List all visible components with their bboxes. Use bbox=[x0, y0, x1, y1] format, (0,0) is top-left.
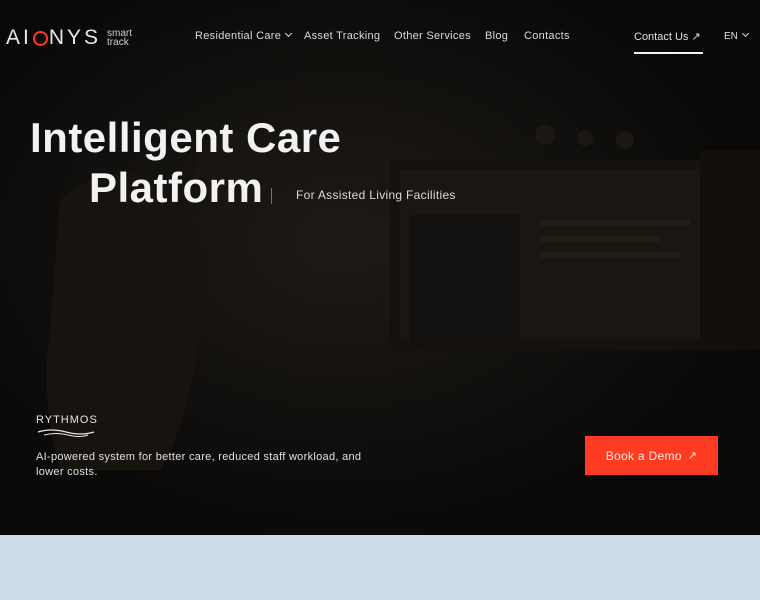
rythmos-wave-icon bbox=[37, 429, 95, 437]
contact-us-link[interactable]: Contact Us ↗ bbox=[634, 30, 701, 43]
title-separator bbox=[271, 188, 272, 204]
hero-description: AI-powered system for better care, reduc… bbox=[36, 451, 362, 478]
logo-o-ring-icon bbox=[32, 31, 48, 46]
nav-residential-care[interactable]: Residential Care bbox=[195, 29, 293, 42]
hero-subtitle: For Assisted Living Facilities bbox=[296, 188, 456, 202]
arrow-up-right-icon: ↗ bbox=[691, 31, 701, 43]
next-section bbox=[0, 535, 760, 600]
hero-section: AI NYS smart track Residential Care Asset … bbox=[0, 0, 760, 535]
chevron-down-icon bbox=[741, 29, 749, 38]
rythmos-logo: RYTHMOS bbox=[36, 414, 98, 426]
logo-subtext: smart track bbox=[107, 28, 133, 48]
contact-underline bbox=[634, 52, 703, 54]
nav-blog[interactable]: Blog bbox=[485, 30, 508, 42]
nav-asset-tracking[interactable]: Asset Tracking bbox=[304, 30, 380, 42]
arrow-up-right-icon: ↗ bbox=[687, 450, 698, 462]
hero-title-line1: Intelligent Care bbox=[30, 114, 342, 161]
hero-title-line2: Platform bbox=[89, 164, 264, 211]
nav-other-services[interactable]: Other Services bbox=[394, 30, 471, 42]
nav-contacts[interactable]: Contacts bbox=[524, 30, 570, 42]
language-selector[interactable]: EN bbox=[724, 29, 749, 42]
aionys-logo[interactable]: AI NYS smart track bbox=[6, 26, 132, 50]
book-demo-button[interactable]: Book a Demo ↗ bbox=[585, 436, 718, 475]
logo-wordmark: AI NYS bbox=[6, 26, 102, 49]
chevron-down-icon bbox=[285, 29, 293, 38]
